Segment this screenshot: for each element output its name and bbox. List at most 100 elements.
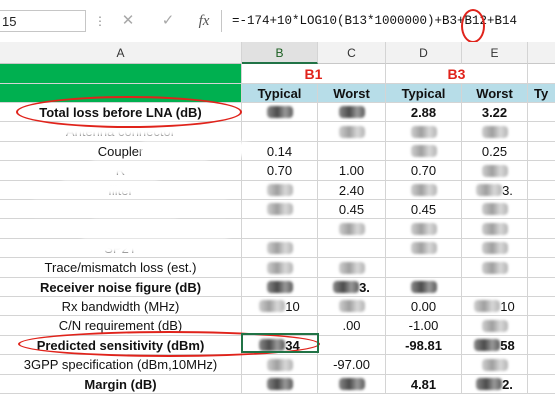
cell-col-c[interactable] xyxy=(318,258,386,278)
cell-col-c[interactable] xyxy=(318,103,386,122)
cell-col-f[interactable] xyxy=(528,219,555,239)
cell-col-d[interactable] xyxy=(386,122,462,142)
more-icon[interactable]: ⋮ xyxy=(94,10,106,32)
row-label[interactable]: Trace/mismatch loss (est.) xyxy=(0,258,242,278)
cell-col-f[interactable] xyxy=(528,278,555,297)
cell-col-f[interactable] xyxy=(528,142,555,161)
cell-col-d[interactable]: 0.45 xyxy=(386,200,462,219)
cell-col-d[interactable]: 0.00 xyxy=(386,297,462,316)
row-label[interactable]: Total loss before LNA (dB) xyxy=(0,103,242,122)
cell-col-c[interactable]: 2.40 xyxy=(318,181,386,200)
cell-col-e[interactable]: 58 xyxy=(462,336,528,355)
row-label[interactable]: filter xyxy=(0,181,242,200)
formula-input[interactable]: =-174+10*LOG10(B13*1000000)+B3+B12+B14 xyxy=(232,10,517,32)
cell-col-b[interactable] xyxy=(242,355,318,375)
cell-col-c[interactable]: 0.45 xyxy=(318,200,386,219)
cell-col-b[interactable] xyxy=(242,258,318,278)
cell-col-b[interactable] xyxy=(242,278,318,297)
row-label[interactable]: 3GPP specification (dBm,10MHz) xyxy=(0,355,242,375)
column-header-d[interactable]: D xyxy=(386,42,462,64)
cell-col-f[interactable] xyxy=(528,375,555,394)
cell-col-c[interactable] xyxy=(318,219,386,239)
insert-function-icon[interactable]: fx xyxy=(192,10,216,32)
cell-col-b[interactable]: 0.14 xyxy=(242,142,318,161)
cell-col-e[interactable]: 2. xyxy=(462,375,528,394)
cell-col-e[interactable]: 10 xyxy=(462,297,528,316)
column-header-f[interactable] xyxy=(528,42,555,64)
cell-col-b[interactable] xyxy=(242,103,318,122)
column-header-e[interactable]: E xyxy=(462,42,528,64)
cell-col-b[interactable] xyxy=(242,200,318,219)
cell[interactable] xyxy=(528,64,555,84)
cell-col-e[interactable]: 0.25 xyxy=(462,142,528,161)
cell-col-d[interactable]: 4.81 xyxy=(386,375,462,394)
cell-col-b[interactable] xyxy=(242,219,318,239)
cell-col-f[interactable] xyxy=(528,316,555,336)
header-fill[interactable] xyxy=(0,64,242,84)
cell-col-f[interactable] xyxy=(528,200,555,219)
row-label[interactable]: Antenna connector xyxy=(0,122,242,142)
cell-col-d[interactable]: -1.00 xyxy=(386,316,462,336)
cell-col-c[interactable] xyxy=(318,375,386,394)
cell-col-f[interactable] xyxy=(528,181,555,200)
cell-col-b[interactable] xyxy=(242,239,318,258)
cell-col-f[interactable] xyxy=(528,336,555,355)
cell-col-f[interactable] xyxy=(528,103,555,122)
column-header-b[interactable]: B xyxy=(242,42,318,64)
row-label[interactable]: R xyxy=(0,161,242,181)
row-label[interactable] xyxy=(0,200,242,219)
subheader-worst[interactable]: Worst xyxy=(318,84,386,103)
row-label[interactable] xyxy=(0,219,242,239)
cell-col-c[interactable]: 1.00 xyxy=(318,161,386,181)
cell-col-d[interactable]: 2.88 xyxy=(386,103,462,122)
row-label[interactable]: Margin (dB) xyxy=(0,375,242,394)
cell-col-c[interactable]: 3. xyxy=(318,278,386,297)
cell-col-e[interactable] xyxy=(462,239,528,258)
cell-col-e[interactable]: 3. xyxy=(462,181,528,200)
cell-col-f[interactable] xyxy=(528,355,555,375)
cell-col-b[interactable]: 10 xyxy=(242,297,318,316)
cell-col-d[interactable] xyxy=(386,355,462,375)
cell-col-b[interactable] xyxy=(242,181,318,200)
row-label[interactable]: Coupler xyxy=(0,142,242,161)
row-label[interactable]: Predicted sensitivity (dBm) xyxy=(0,336,242,355)
cell-col-f[interactable] xyxy=(528,297,555,316)
cell-col-c[interactable] xyxy=(318,297,386,316)
cell-col-e[interactable] xyxy=(462,278,528,297)
cell-col-f[interactable] xyxy=(528,161,555,181)
cell-col-d[interactable] xyxy=(386,219,462,239)
subheader-typical[interactable]: Typical xyxy=(242,84,318,103)
row-label[interactable]: Rx bandwidth (MHz) xyxy=(0,297,242,316)
cell-col-c[interactable] xyxy=(318,122,386,142)
cell-col-b[interactable] xyxy=(242,122,318,142)
cell-col-d[interactable] xyxy=(386,142,462,161)
cell-col-d[interactable]: -98.81 xyxy=(386,336,462,355)
cell-col-d[interactable]: 0.70 xyxy=(386,161,462,181)
cell-col-b[interactable] xyxy=(242,316,318,336)
subheader-typical[interactable]: Ty xyxy=(528,84,555,103)
cell-col-f[interactable] xyxy=(528,122,555,142)
cell-col-e[interactable] xyxy=(462,161,528,181)
cancel-icon[interactable]: ✕ xyxy=(116,10,140,32)
cell-col-e[interactable]: 3.22 xyxy=(462,103,528,122)
cell-col-e[interactable] xyxy=(462,122,528,142)
subheader-worst[interactable]: Worst xyxy=(462,84,528,103)
name-box[interactable]: 15 xyxy=(0,10,86,32)
cell-col-e[interactable] xyxy=(462,316,528,336)
cell-col-e[interactable] xyxy=(462,219,528,239)
group-header-b3[interactable]: B3 xyxy=(386,64,528,84)
cell-col-f[interactable] xyxy=(528,258,555,278)
cell-col-b[interactable]: 34 xyxy=(242,336,318,355)
column-header-c[interactable]: C xyxy=(318,42,386,64)
cell-col-e[interactable] xyxy=(462,258,528,278)
cell-col-f[interactable] xyxy=(528,239,555,258)
cell-col-c[interactable]: -97.00 xyxy=(318,355,386,375)
row-label[interactable]: Receiver noise figure (dB) xyxy=(0,278,242,297)
cell-col-c[interactable] xyxy=(318,142,386,161)
cell-col-d[interactable] xyxy=(386,239,462,258)
cell-col-e[interactable] xyxy=(462,355,528,375)
group-header-b1[interactable]: B1 xyxy=(242,64,386,84)
cell-col-d[interactable] xyxy=(386,181,462,200)
subheader-typical[interactable]: Typical xyxy=(386,84,462,103)
cell-col-b[interactable]: 0.70 xyxy=(242,161,318,181)
